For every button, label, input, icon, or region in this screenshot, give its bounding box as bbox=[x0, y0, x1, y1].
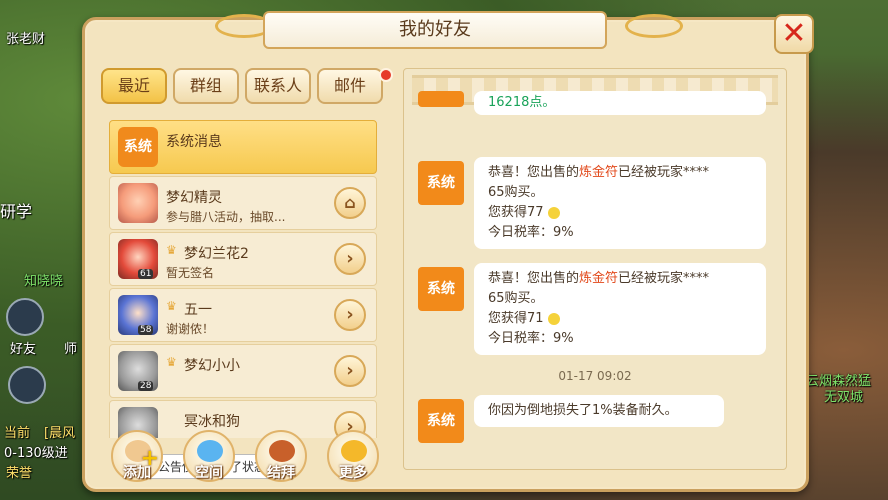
contact-name: 冥冰和狗 bbox=[184, 414, 240, 430]
open-chat-button[interactable]: › bbox=[334, 355, 366, 387]
friends-window: 我的好友 ✕ 最近 群组 联系人 邮件 系统 系统消息 梦幻精灵 参与腊八活动，… bbox=[82, 11, 814, 492]
crown-icon: ♛ bbox=[166, 243, 177, 257]
system-icon bbox=[418, 91, 464, 107]
chat-side-button[interactable] bbox=[8, 366, 46, 404]
system-avatar: 系统 bbox=[118, 127, 158, 167]
bg-chat-line: 0-130级进 bbox=[4, 446, 68, 461]
sworn-button[interactable]: 结拜 bbox=[255, 430, 307, 482]
contact-name: 系统消息 bbox=[166, 134, 222, 150]
friend-side-button[interactable] bbox=[6, 298, 44, 336]
contact-signature: 参与腊八活动，抽取... bbox=[166, 210, 286, 224]
contact-name: 梦幻小小 bbox=[184, 358, 240, 374]
add-friend-label: 添加 bbox=[123, 465, 151, 481]
tab-mail[interactable]: 邮件 bbox=[317, 68, 383, 104]
tab-bar: 最近 群组 联系人 邮件 bbox=[101, 68, 393, 104]
message-list: 16218点。 系统 恭喜！您出售的炼金符已经被玩家**** 65购买。 您获得… bbox=[404, 91, 786, 469]
tab-recent[interactable]: 最近 bbox=[101, 68, 167, 104]
contact-item[interactable]: 28 ♛ 梦幻小小 › bbox=[109, 344, 377, 398]
contact-item[interactable]: 61 ♛ 梦幻兰花2 暂无签名 › bbox=[109, 232, 377, 286]
contact-item[interactable]: 梦幻精灵 参与腊八活动，抽取... ⌂ bbox=[109, 176, 377, 230]
contact-signature: 谢谢侬！ bbox=[166, 322, 215, 336]
home-button[interactable]: ⌂ bbox=[334, 187, 366, 219]
contact-name: 五一 bbox=[184, 302, 212, 318]
space-button[interactable]: 空间 bbox=[183, 430, 235, 482]
system-icon: 系统 bbox=[418, 399, 464, 443]
bg-channel-current: 当前 bbox=[4, 426, 31, 441]
bg-channel-name: [晨风 bbox=[44, 426, 76, 441]
avatar bbox=[118, 183, 158, 223]
close-icon: ✕ bbox=[781, 16, 807, 51]
bottom-actions: + 添加 空间 结拜 更多 bbox=[105, 430, 385, 490]
more-icon bbox=[341, 440, 367, 462]
close-button[interactable]: ✕ bbox=[774, 14, 814, 54]
bg-player-name: 知晓晓 bbox=[24, 274, 64, 289]
left-panel: 最近 群组 联系人 邮件 系统 系统消息 梦幻精灵 参与腊八活动，抽取... ⌂… bbox=[101, 68, 393, 479]
open-chat-button[interactable]: › bbox=[334, 243, 366, 275]
space-icon bbox=[197, 440, 223, 462]
contact-list: 系统 系统消息 梦幻精灵 参与腊八活动，抽取... ⌂ 61 ♛ 梦幻兰花2 暂… bbox=[109, 120, 377, 438]
open-chat-button[interactable]: › bbox=[334, 299, 366, 331]
tab-groups[interactable]: 群组 bbox=[173, 68, 239, 104]
bg-chat-line-2: 荣誉 bbox=[6, 466, 33, 481]
contact-item[interactable]: 58 ♛ 五一 谢谢侬！ › bbox=[109, 288, 377, 342]
bg-label-research: 研学 bbox=[0, 202, 33, 221]
smile-icon bbox=[547, 312, 560, 325]
window-title: 我的好友 bbox=[263, 11, 607, 49]
arrow-right-icon: › bbox=[346, 248, 354, 269]
arrow-right-icon: › bbox=[346, 360, 354, 381]
level-badge: 28 bbox=[138, 381, 154, 391]
sworn-label: 结拜 bbox=[267, 465, 295, 481]
system-icon: 系统 bbox=[418, 267, 464, 311]
chat-panel: 16218点。 系统 恭喜！您出售的炼金符已经被玩家**** 65购买。 您获得… bbox=[403, 68, 787, 470]
bg-label-friend: 好友 bbox=[10, 342, 37, 357]
message-bubble: 恭喜！您出售的炼金符已经被玩家**** 65购买。 您获得71 今日税率：9% bbox=[474, 263, 766, 355]
title-ornament-right bbox=[625, 14, 683, 38]
system-icon: 系统 bbox=[418, 161, 464, 205]
crown-icon: ♛ bbox=[166, 299, 177, 313]
contact-name: 梦幻兰花2 bbox=[184, 246, 249, 262]
tab-contacts[interactable]: 联系人 bbox=[245, 68, 311, 104]
message-bubble: 你因为倒地损失了1%装备耐久。 bbox=[474, 395, 724, 427]
sworn-icon bbox=[269, 440, 295, 462]
message-bubble: 16218点。 bbox=[474, 91, 766, 115]
space-label: 空间 bbox=[195, 465, 223, 481]
contact-signature: 暂无签名 bbox=[166, 266, 215, 280]
level-badge: 58 bbox=[138, 325, 154, 335]
contact-item-system[interactable]: 系统 系统消息 bbox=[109, 120, 377, 174]
contact-name: 梦幻精灵 bbox=[166, 190, 222, 206]
more-label: 更多 bbox=[339, 465, 367, 481]
message-bubble: 恭喜！您出售的炼金符已经被玩家**** 65购买。 您获得77 今日税率：9% bbox=[474, 157, 766, 249]
level-badge: 61 bbox=[138, 269, 154, 279]
more-button[interactable]: 更多 bbox=[327, 430, 379, 482]
home-icon: ⌂ bbox=[344, 193, 356, 212]
message-timestamp: 01-17 09:02 bbox=[558, 369, 632, 383]
bg-label-master: 师 bbox=[64, 342, 78, 357]
arrow-right-icon: › bbox=[346, 304, 354, 325]
smile-icon bbox=[547, 206, 560, 219]
bg-player-title-right: 无双城 bbox=[824, 390, 864, 405]
mail-notification-badge bbox=[379, 68, 393, 82]
bg-npc-name: 张老财 bbox=[6, 32, 46, 47]
crown-icon: ♛ bbox=[166, 355, 177, 369]
add-friend-button[interactable]: + 添加 bbox=[111, 430, 163, 482]
